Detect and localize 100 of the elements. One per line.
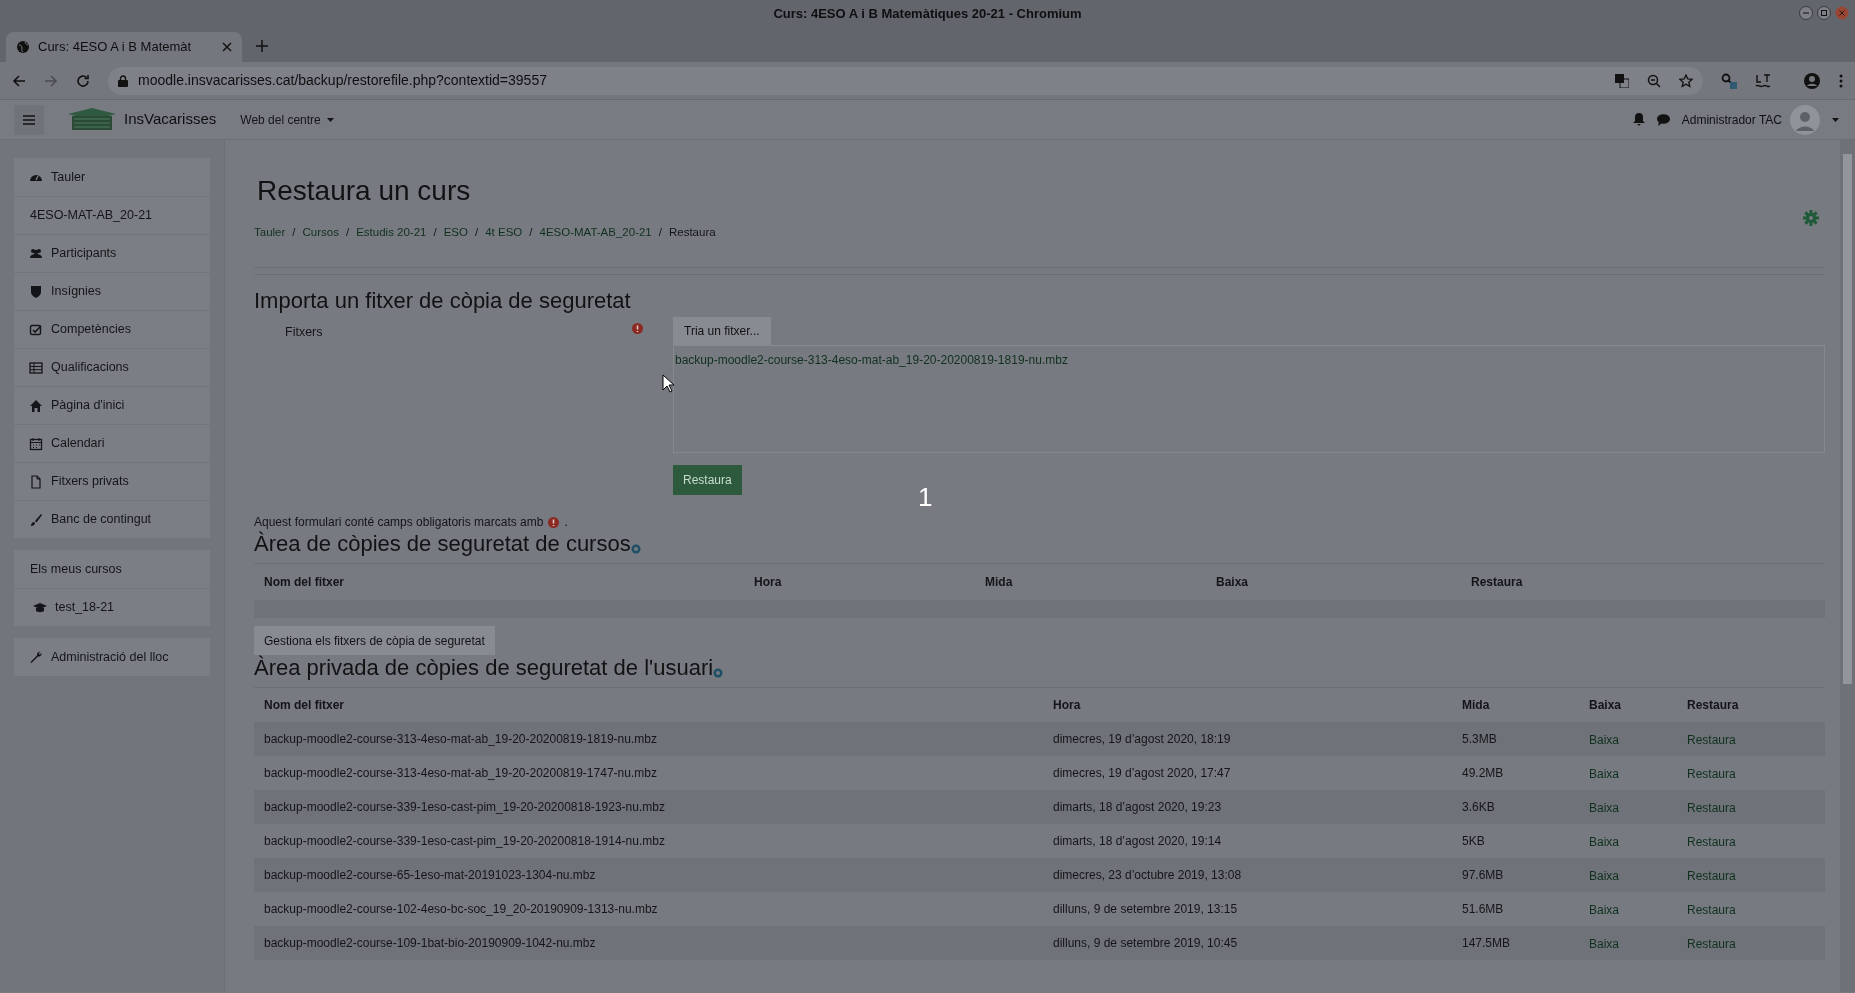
site-name[interactable]: InsVacarisses bbox=[124, 108, 217, 131]
column-header: Restaura bbox=[1471, 574, 1524, 592]
download-link[interactable]: Baixa bbox=[1589, 869, 1620, 884]
required-icon bbox=[548, 516, 560, 528]
restore-link[interactable]: Restaura bbox=[1687, 937, 1736, 952]
tab-label: Curs: 4ESO A i B Matemàt bbox=[38, 38, 193, 57]
table-cell-text: 147.5MB bbox=[1462, 935, 1512, 953]
translate-icon[interactable] bbox=[1615, 73, 1629, 88]
breadcrumb-separator: / bbox=[528, 225, 534, 240]
window-title: Curs: 4ESO A i B Matemàtiques 20-21 - Chromium bbox=[773, 5, 1082, 24]
table-cell-text: dilluns, 9 de setembre 2019, 13:15 bbox=[1053, 901, 1239, 919]
download-link[interactable]: Baixa bbox=[1589, 937, 1620, 952]
restore-link[interactable]: Restaura bbox=[1687, 801, 1736, 816]
download-link[interactable]: Baixa bbox=[1589, 801, 1620, 816]
browser-tab[interactable]: Curs: 4ESO A i B Matemàt bbox=[6, 32, 242, 62]
sidebar-item[interactable]: Participants bbox=[14, 234, 210, 272]
brush-icon bbox=[29, 512, 43, 527]
table-cell-text: 5.3MB bbox=[1462, 731, 1498, 749]
account-icon[interactable] bbox=[1803, 71, 1821, 90]
restore-link[interactable]: Restaura bbox=[1687, 767, 1736, 782]
more-icon[interactable] bbox=[1839, 73, 1843, 88]
restore-link[interactable]: Restaura bbox=[1687, 869, 1736, 884]
sidebar-item[interactable]: Tauler bbox=[14, 158, 210, 196]
breadcrumb-link[interactable]: 4t ESO bbox=[485, 224, 523, 242]
key-icon[interactable] bbox=[1721, 72, 1737, 89]
required-note-end: . bbox=[564, 514, 568, 532]
breadcrumb-link[interactable]: Restaura bbox=[668, 224, 716, 242]
home-icon bbox=[29, 398, 43, 413]
file-link[interactable]: backup-moodle2-course-313-4eso-mat-ab_19-20-20200819-1819-nu.mbz bbox=[675, 353, 1068, 368]
column-header: Baixa bbox=[1216, 574, 1250, 592]
sidebar-item[interactable]: Banc de contingut bbox=[14, 500, 210, 538]
lock-icon bbox=[118, 74, 128, 87]
sidebar-item[interactable]: Fitxers privats bbox=[14, 462, 210, 500]
table-cell-text: 51.6MB bbox=[1462, 901, 1505, 919]
breadcrumb-link[interactable]: ESO bbox=[443, 224, 468, 242]
choose-file-button[interactable]: Tria un fitxer... bbox=[673, 317, 771, 346]
breadcrumb-separator: / bbox=[657, 225, 663, 240]
chat-icon[interactable] bbox=[1656, 113, 1670, 126]
sidebar-item[interactable]: Qualificacions bbox=[14, 348, 210, 386]
file-drop-area[interactable]: backup-moodle2-course-313-4eso-mat-ab_19-20-20200819-1819-nu.mbz bbox=[673, 345, 1825, 454]
breadcrumb-link[interactable]: Tauler bbox=[254, 224, 286, 242]
avatar-icon bbox=[1790, 104, 1820, 135]
breadcrumb-separator: / bbox=[432, 225, 438, 240]
table-cell-text: backup-moodle2-course-102-4eso-bc-soc_19_20-20190909-1313-nu.mbz bbox=[264, 901, 659, 919]
back-icon[interactable] bbox=[12, 73, 26, 88]
table-cell-text: dimecres, 19 d’agost 2020, 18:19 bbox=[1053, 731, 1232, 749]
restore-link[interactable]: Restaura bbox=[1687, 835, 1736, 850]
breadcrumb-link[interactable]: Cursos bbox=[302, 224, 339, 242]
download-link[interactable]: Baixa bbox=[1589, 835, 1620, 850]
sidebar-item[interactable]: Calendari bbox=[14, 424, 210, 462]
column-header: Mida bbox=[1462, 697, 1491, 715]
restore-link[interactable]: Restaura bbox=[1687, 733, 1736, 748]
user-menu[interactable]: Administrador TAC bbox=[1681, 104, 1839, 135]
breadcrumb-link[interactable]: 4ESO-MAT-AB_20-21 bbox=[539, 224, 652, 242]
table-cell-text: 97.6MB bbox=[1462, 867, 1505, 885]
lt-icon[interactable] bbox=[1755, 73, 1771, 88]
address-field[interactable]: moodle.insvacarisses.cat/backup/restorefile.php?contextid=39557 bbox=[108, 66, 1703, 95]
table-cell-text: backup-moodle2-course-313-4eso-mat-ab_19-20-20200819-1747-nu.mbz bbox=[264, 765, 658, 783]
url-text: moodle.insvacarisses.cat/backup/restorefile.php?contextid=39557 bbox=[138, 71, 547, 90]
menu-button[interactable] bbox=[14, 104, 44, 135]
site-menu[interactable]: Web del centre bbox=[240, 110, 334, 129]
table-cell-text: dilluns, 9 de setembre 2019, 10:45 bbox=[1053, 935, 1239, 953]
column-header: Nom del fitxer bbox=[264, 697, 345, 715]
bell-icon[interactable] bbox=[1632, 113, 1645, 126]
star-icon[interactable] bbox=[1679, 73, 1693, 88]
sidebar-item[interactable]: Administració del lloc bbox=[14, 638, 210, 676]
close-icon[interactable] bbox=[222, 42, 232, 52]
table-cell-text: 3.6KB bbox=[1462, 799, 1496, 817]
manage-files-button[interactable]: Gestiona els fitxers de còpia de seguretat bbox=[254, 626, 495, 656]
caret-icon bbox=[326, 117, 334, 122]
breadcrumb-link[interactable]: Estudis 20-21 bbox=[356, 224, 427, 242]
sidebar-item[interactable]: test_18-21 bbox=[14, 588, 210, 626]
download-link[interactable]: Baixa bbox=[1589, 903, 1620, 918]
sidebar-heading[interactable]: 4ESO-MAT-AB_20-21 bbox=[14, 196, 210, 234]
column-header: Hora bbox=[754, 574, 783, 592]
zoom-out-icon[interactable] bbox=[1647, 73, 1661, 88]
restore-link[interactable]: Restaura bbox=[1687, 903, 1736, 918]
table-icon bbox=[29, 360, 43, 375]
restore-button[interactable]: Restaura bbox=[673, 465, 742, 496]
sidebar-heading[interactable]: Els meus cursos bbox=[14, 550, 210, 588]
new-tab-icon[interactable] bbox=[256, 40, 268, 52]
maximize-icon[interactable] bbox=[1817, 6, 1831, 20]
table-cell-text: 5KB bbox=[1462, 833, 1486, 851]
table-cell-text: backup-moodle2-course-65-1eso-mat-20191023-1304-nu.mbz bbox=[264, 867, 597, 885]
reload-icon[interactable] bbox=[76, 73, 90, 88]
download-link[interactable]: Baixa bbox=[1589, 767, 1620, 782]
scrollbar-thumb[interactable] bbox=[1843, 154, 1852, 684]
table-cell-text: dimecres, 19 d’agost 2020, 17:47 bbox=[1053, 765, 1232, 783]
column-header: Restaura bbox=[1687, 697, 1740, 715]
table-cell-text: backup-moodle2-course-313-4eso-mat-ab_19-20-20200819-1819-nu.mbz bbox=[264, 731, 658, 749]
close-icon[interactable] bbox=[1835, 6, 1849, 20]
table-cell-text: backup-moodle2-course-339-1eso-cast-pim_19-20-20200818-1914-nu.mbz bbox=[264, 833, 666, 851]
sidebar-item[interactable]: Competències bbox=[14, 310, 210, 348]
table-cell-text: 49.2MB bbox=[1462, 765, 1505, 783]
sidebar-item[interactable]: Insígnies bbox=[14, 272, 210, 310]
download-link[interactable]: Baixa bbox=[1589, 733, 1620, 748]
sidebar-item[interactable]: Pàgina d'inici bbox=[14, 386, 210, 424]
minimize-icon[interactable] bbox=[1799, 6, 1813, 20]
table-cell-text: dimarts, 18 d’agost 2020, 19:14 bbox=[1053, 833, 1223, 851]
page-title: Restaura un curs bbox=[256, 174, 472, 208]
